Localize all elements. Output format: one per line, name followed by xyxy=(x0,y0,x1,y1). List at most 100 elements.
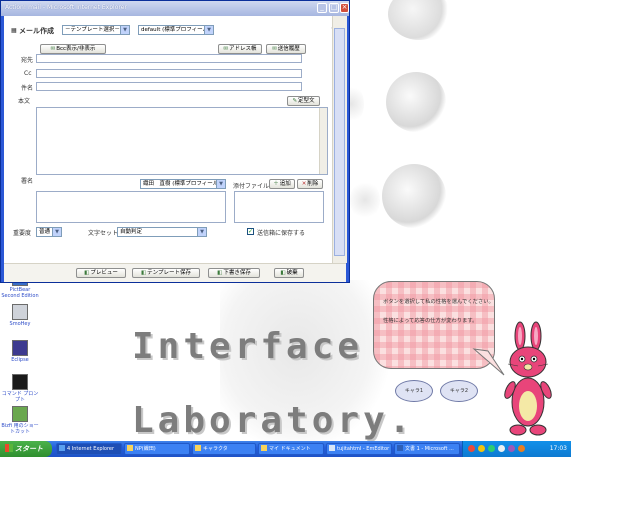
close-window-button[interactable]: × xyxy=(340,3,349,13)
importance-select[interactable]: 普通 ▼ xyxy=(36,227,62,237)
add-icon: ＋ xyxy=(273,181,279,187)
to-input[interactable] xyxy=(36,54,302,63)
start-label: スタート xyxy=(15,445,43,453)
body-textarea[interactable] xyxy=(36,107,328,175)
fixed-phrase-label: 定型文 xyxy=(298,98,315,104)
charset-select-value: 自動判定 xyxy=(120,229,143,235)
body-scrollbar[interactable] xyxy=(319,108,327,174)
taskbar-item-label: NP(織田) xyxy=(135,446,156,452)
chevron-down-icon: ▼ xyxy=(216,180,225,188)
bubble-text-line-2: 性格によって応答の仕方が変わります。 xyxy=(383,318,478,324)
desktop-icon-label: Bizfi 用のショートカット xyxy=(1,423,39,435)
rabbit-character[interactable] xyxy=(498,318,558,440)
folder-icon xyxy=(127,445,133,451)
bubble-text-line-1: ボタンを選択して私の性格を選んでください。 xyxy=(383,299,494,305)
word-document-icon xyxy=(397,445,403,451)
tray-network-icon[interactable] xyxy=(478,445,485,452)
fixed-phrase-button[interactable]: ✎定型文 xyxy=(287,96,320,106)
delete-icon: ✕ xyxy=(301,181,307,187)
draft-save-label: 下書き保存 xyxy=(223,270,251,276)
preview-label: プレビュー xyxy=(90,270,118,276)
preview-button[interactable]: ◧プレビュー xyxy=(76,268,126,278)
window-title: Action! mail - Microsoft Internet Explor… xyxy=(5,4,127,11)
background-orb xyxy=(382,164,446,228)
tray-security-icon[interactable] xyxy=(488,445,495,452)
shortcut-icon xyxy=(12,406,28,422)
eclipse-icon xyxy=(12,340,28,356)
taskbar: スタート 4 Internet Explorer NP(織田) キャラクタ マイ… xyxy=(0,441,571,457)
draft-save-button[interactable]: ◧下書き保存 xyxy=(208,268,260,278)
attachment-delete-label: 削除 xyxy=(307,181,319,187)
fixed-phrase-icon: ✎ xyxy=(292,98,298,104)
maximize-button[interactable]: □ xyxy=(329,3,339,13)
window-client-area: ▦ メール作成 －テンプレート選択－ ▼ default (標準プロフィール) … xyxy=(4,16,347,282)
template-select[interactable]: －テンプレート選択－ ▼ xyxy=(62,25,130,35)
taskbar-item-folder-character[interactable]: キャラクタ xyxy=(192,443,256,455)
history-icon: ✉ xyxy=(272,46,277,52)
taskbar-item-my-documents[interactable]: マイ ドキュメント xyxy=(258,443,324,455)
importance-select-value: 普通 xyxy=(39,229,51,235)
template-save-button[interactable]: ◧テンプレート保存 xyxy=(132,268,200,278)
smohey-icon xyxy=(12,304,28,320)
background-orb xyxy=(388,0,450,40)
attachment-list[interactable] xyxy=(234,191,324,223)
desktop-icon-eclipse[interactable]: Eclipse xyxy=(0,340,40,363)
bcc-icon: ✉ xyxy=(50,46,56,52)
background-orb xyxy=(350,180,380,220)
desktop-icon-bizfi-shortcut[interactable]: Bizfi 用のショートカット xyxy=(0,406,40,435)
taskbar-item-label: キャラクタ xyxy=(203,446,228,452)
discard-button[interactable]: ◧破棄 xyxy=(274,268,304,278)
background-word-interface: Interface xyxy=(132,326,364,367)
tray-volume-icon[interactable] xyxy=(498,445,505,452)
address-book-icon: ✉ xyxy=(223,46,229,52)
character-2-button[interactable]: キャラ2 xyxy=(440,380,478,402)
send-history-button[interactable]: ✉送信履歴 xyxy=(266,44,306,54)
discard-icon: ◧ xyxy=(280,270,286,276)
body-label: 本文 xyxy=(18,98,31,105)
save-to-sent-checkbox[interactable]: ✓ xyxy=(247,228,254,235)
signature-select[interactable]: 織田 直樹 (標準プロフィール) ▼ xyxy=(140,179,226,189)
taskbar-item-emeditor[interactable]: tujitahtml - EmEditor xyxy=(326,443,392,455)
character-1-button[interactable]: キャラ1 xyxy=(395,380,433,402)
taskbar-item-word-document[interactable]: 文書 1 - Microsoft ... xyxy=(394,443,460,455)
to-label: 宛先 xyxy=(21,57,34,64)
browser-window: Action! mail - Microsoft Internet Explor… xyxy=(0,0,350,283)
cc-input[interactable] xyxy=(36,69,302,78)
address-book-button[interactable]: ✉アドレス帳 xyxy=(218,44,262,54)
profile-select[interactable]: default (標準プロフィール) ▼ xyxy=(138,25,214,35)
desktop-icon-command-prompt[interactable]: コマンド プロンプト xyxy=(0,374,40,403)
tray-app-icon[interactable] xyxy=(468,445,475,452)
scrollbar-thumb[interactable] xyxy=(334,28,345,256)
taskbar-item-internet-explorer[interactable]: 4 Internet Explorer xyxy=(56,443,122,455)
tray-update-icon[interactable] xyxy=(518,445,525,452)
window-titlebar[interactable]: Action! mail - Microsoft Internet Explor… xyxy=(1,1,349,16)
maximize-icon: □ xyxy=(330,3,338,11)
editor-icon xyxy=(329,445,335,451)
attachment-add-button[interactable]: ＋追加 xyxy=(269,179,295,189)
taskbar-item-label: tujitahtml - EmEditor xyxy=(337,446,390,452)
attachment-add-label: 追加 xyxy=(279,181,291,187)
taskbar-item-folder-np[interactable]: NP(織田) xyxy=(124,443,190,455)
page-title: メール作成 xyxy=(19,27,54,35)
charset-select[interactable]: 自動判定 ▼ xyxy=(117,227,207,237)
bcc-toggle-label: Bcc表示/非表示 xyxy=(56,46,96,52)
bcc-toggle-button[interactable]: ✉Bcc表示/非表示 xyxy=(40,44,106,54)
form-footer: ◧プレビュー ◧テンプレート保存 ◧下書き保存 ◧破棄 xyxy=(4,263,346,282)
start-button[interactable]: スタート xyxy=(0,441,52,457)
minimize-button[interactable]: _ xyxy=(317,3,327,13)
cc-label: Cc xyxy=(24,70,32,77)
background-orb xyxy=(386,72,446,132)
window-vertical-scrollbar[interactable] xyxy=(332,16,347,263)
taskbar-item-label: マイ ドキュメント xyxy=(269,446,311,452)
attachment-delete-button[interactable]: ✕削除 xyxy=(297,179,323,189)
desktop-icon-smohey[interactable]: SmoHey xyxy=(0,304,40,327)
desktop-icon-label: コマンド プロンプト xyxy=(1,391,39,403)
tray-ime-icon[interactable] xyxy=(508,445,515,452)
subject-input[interactable] xyxy=(36,82,302,91)
taskbar-clock[interactable]: 17:03 xyxy=(550,445,567,452)
subject-label: 件名 xyxy=(21,85,34,92)
template-save-icon: ◧ xyxy=(140,270,147,276)
minimize-icon: _ xyxy=(320,3,324,11)
signature-textarea[interactable] xyxy=(36,191,226,223)
profile-select-value: default (標準プロフィール) xyxy=(141,27,211,33)
